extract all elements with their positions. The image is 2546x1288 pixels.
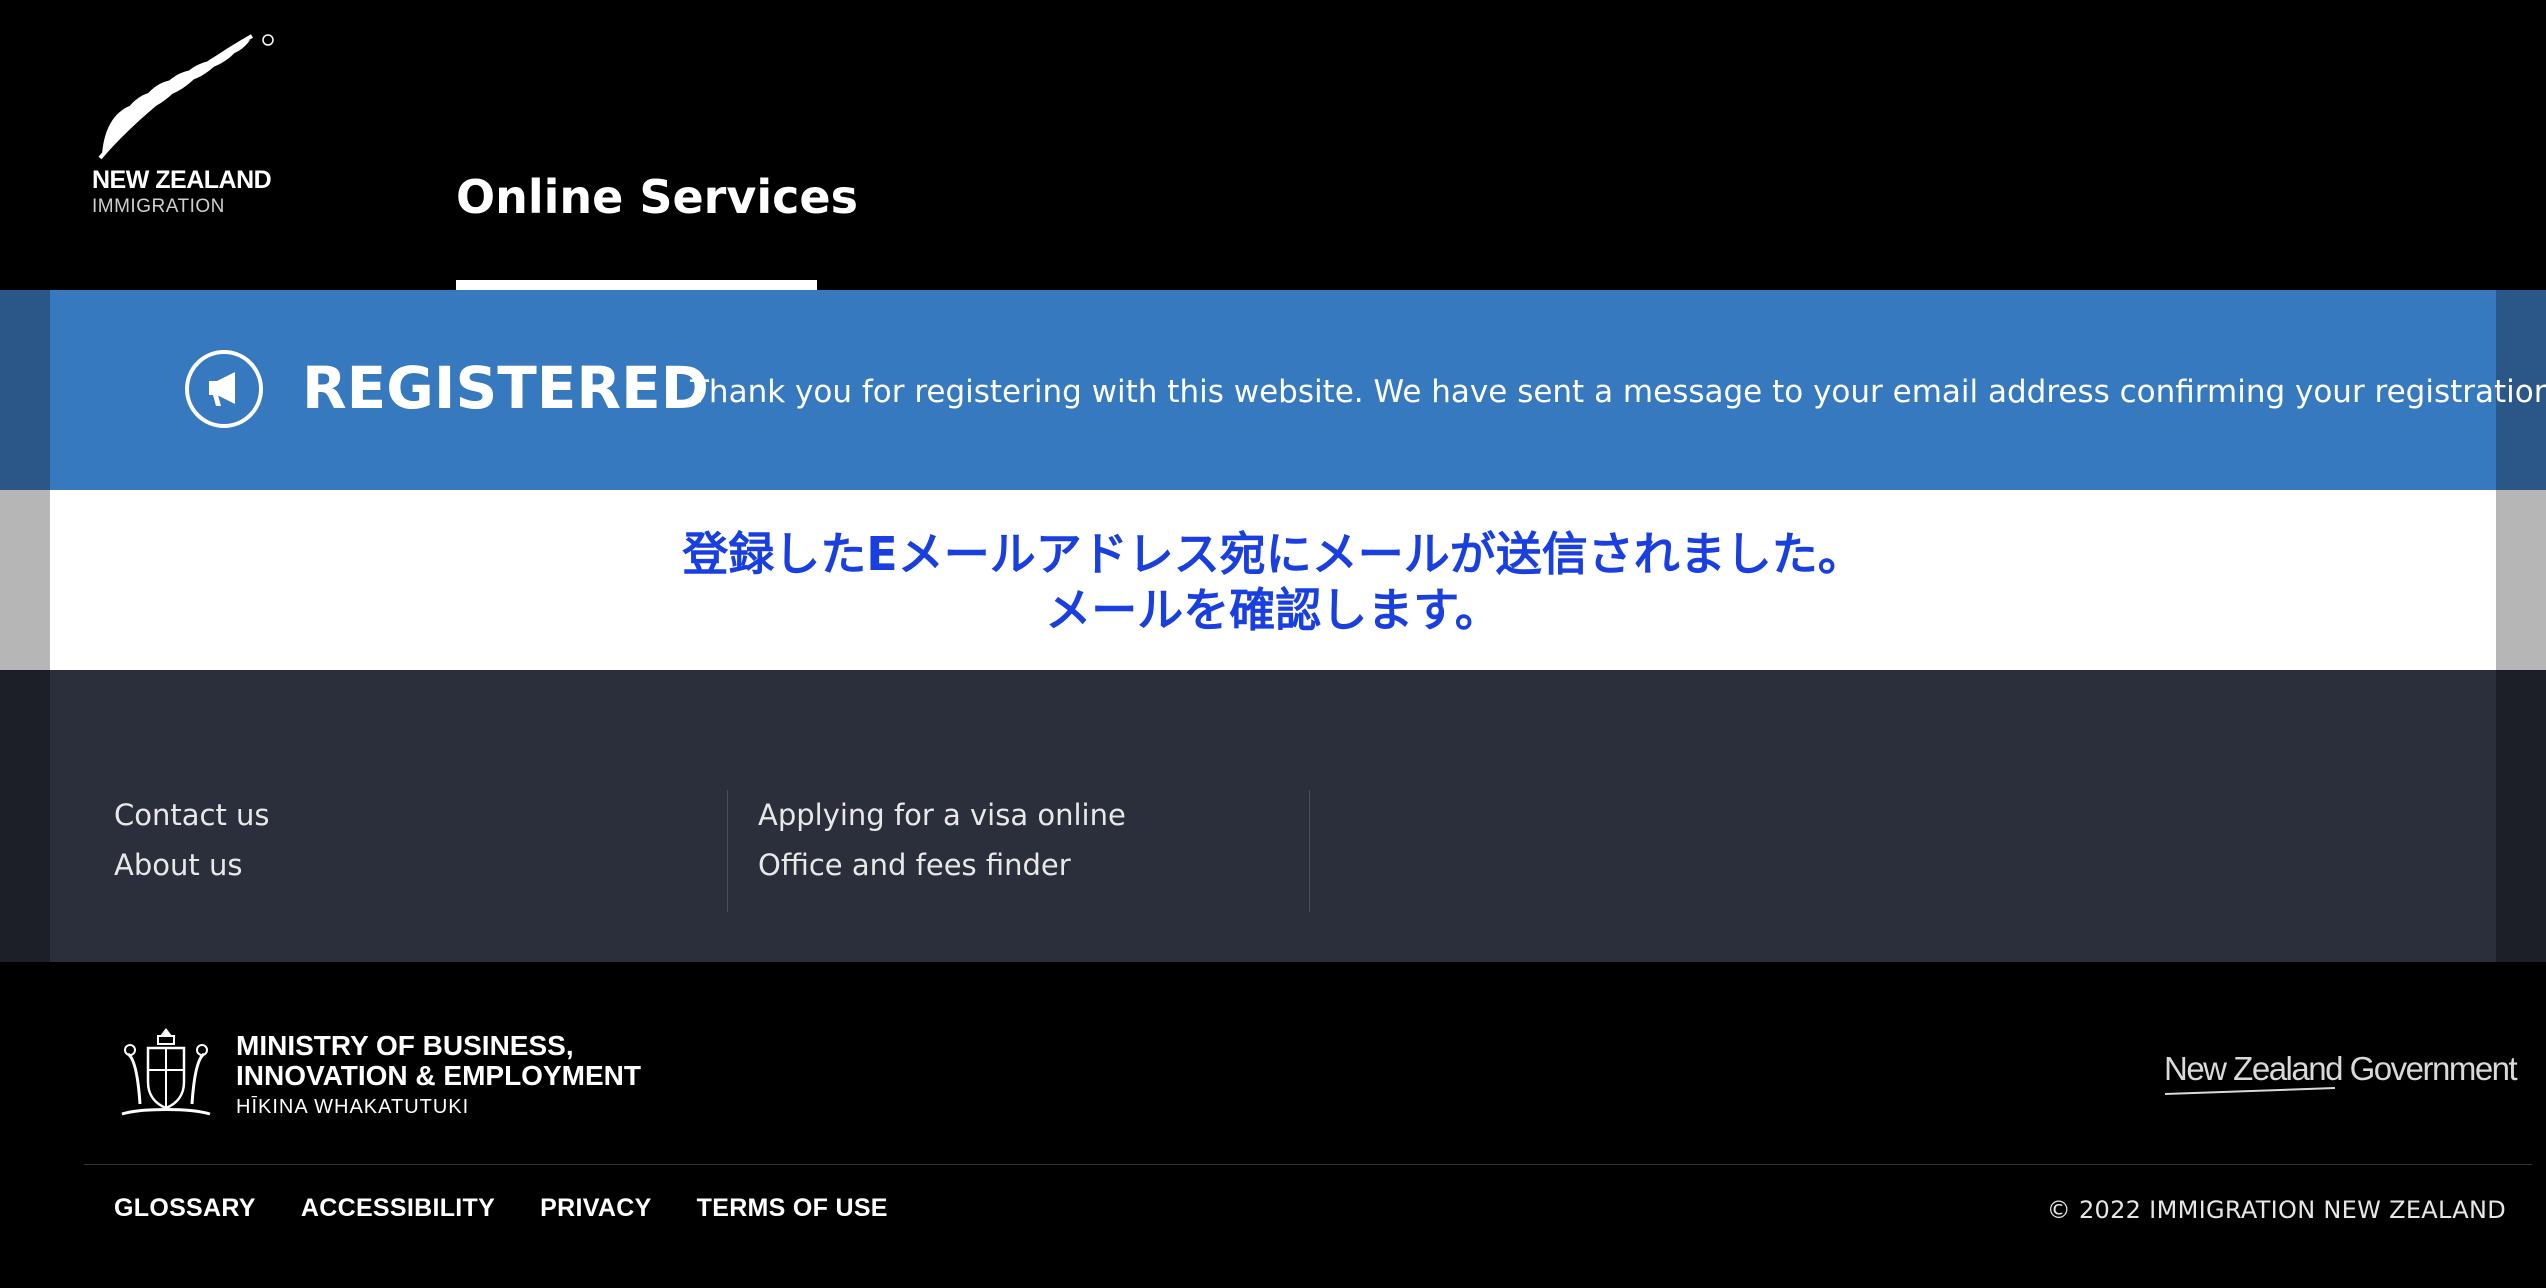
logo-text-immigration: IMMIGRATION [92,196,225,217]
accessibility-link[interactable]: ACCESSIBILITY [301,1194,495,1222]
privacy-link[interactable]: PRIVACY [540,1194,651,1222]
links-column-1: Contact us About us [114,790,724,912]
mbie-name-line-1: MINISTRY OF BUSINESS, [236,1030,574,1061]
banner-edge-left [0,290,50,490]
nz-government-logo-underline [2165,1087,2335,1095]
japanese-notice: 登録したEメールアドレス宛にメールが送信されました。 メールを確認します。 [50,490,2496,670]
megaphone-icon [185,350,263,428]
nz-coat-of-arms-icon [121,1028,211,1116]
logo-text-new-zealand: NEW ZEALAND [92,166,272,194]
links-column-2: Applying for a visa online Office and fe… [727,790,1337,912]
office-fees-finder-link[interactable]: Office and fees finder [758,840,1337,890]
glossary-link[interactable]: GLOSSARY [114,1194,256,1222]
mbie-name-line-2: INNOVATION & EMPLOYMENT [236,1060,641,1091]
notice-line-2: メールを確認します。 [1045,583,1501,637]
contact-us-link[interactable]: Contact us [114,790,724,840]
notice-line-1: 登録したEメールアドレス宛にメールが送信されました。 [682,527,1864,581]
applying-visa-online-link[interactable]: Applying for a visa online [758,790,1337,840]
site-header: NEW ZEALAND IMMIGRATION Online Services [0,0,2546,290]
banner-title: REGISTERED [302,354,709,422]
nz-government-logo[interactable]: New Zealand Government [2164,1050,2518,1088]
footer-links-panel: Contact us About us Applying for a visa … [50,670,2496,962]
links-edge-left [0,670,50,962]
about-us-link[interactable]: About us [114,840,724,890]
silver-fern-icon [98,34,274,160]
footer-divider [84,1164,2532,1165]
links-edge-right [2496,670,2546,962]
mbie-maori-name: HĪKINA WHAKATUTUKI [236,1096,470,1118]
notice-edge-left [0,490,50,670]
links-column-divider [1309,790,1311,912]
active-tab-indicator [456,280,817,290]
site-footer: MINISTRY OF BUSINESS, INNOVATION & EMPLO… [0,962,2546,1288]
registered-banner: REGISTERED Thank you for registering wit… [50,290,2546,490]
copyright-text: © 2022 IMMIGRATION NEW ZEALAND [2046,1196,2506,1224]
nz-immigration-logo[interactable]: NEW ZEALAND IMMIGRATION [92,30,292,220]
banner-message: Thank you for registering with this webs… [690,374,2546,410]
terms-of-use-link[interactable]: TERMS OF USE [697,1194,888,1222]
tab-online-services[interactable]: Online Services [456,170,858,224]
footer-legal-links: GLOSSARY ACCESSIBILITY PRIVACY TERMS OF … [114,1194,928,1223]
notice-edge-right [2496,490,2546,670]
